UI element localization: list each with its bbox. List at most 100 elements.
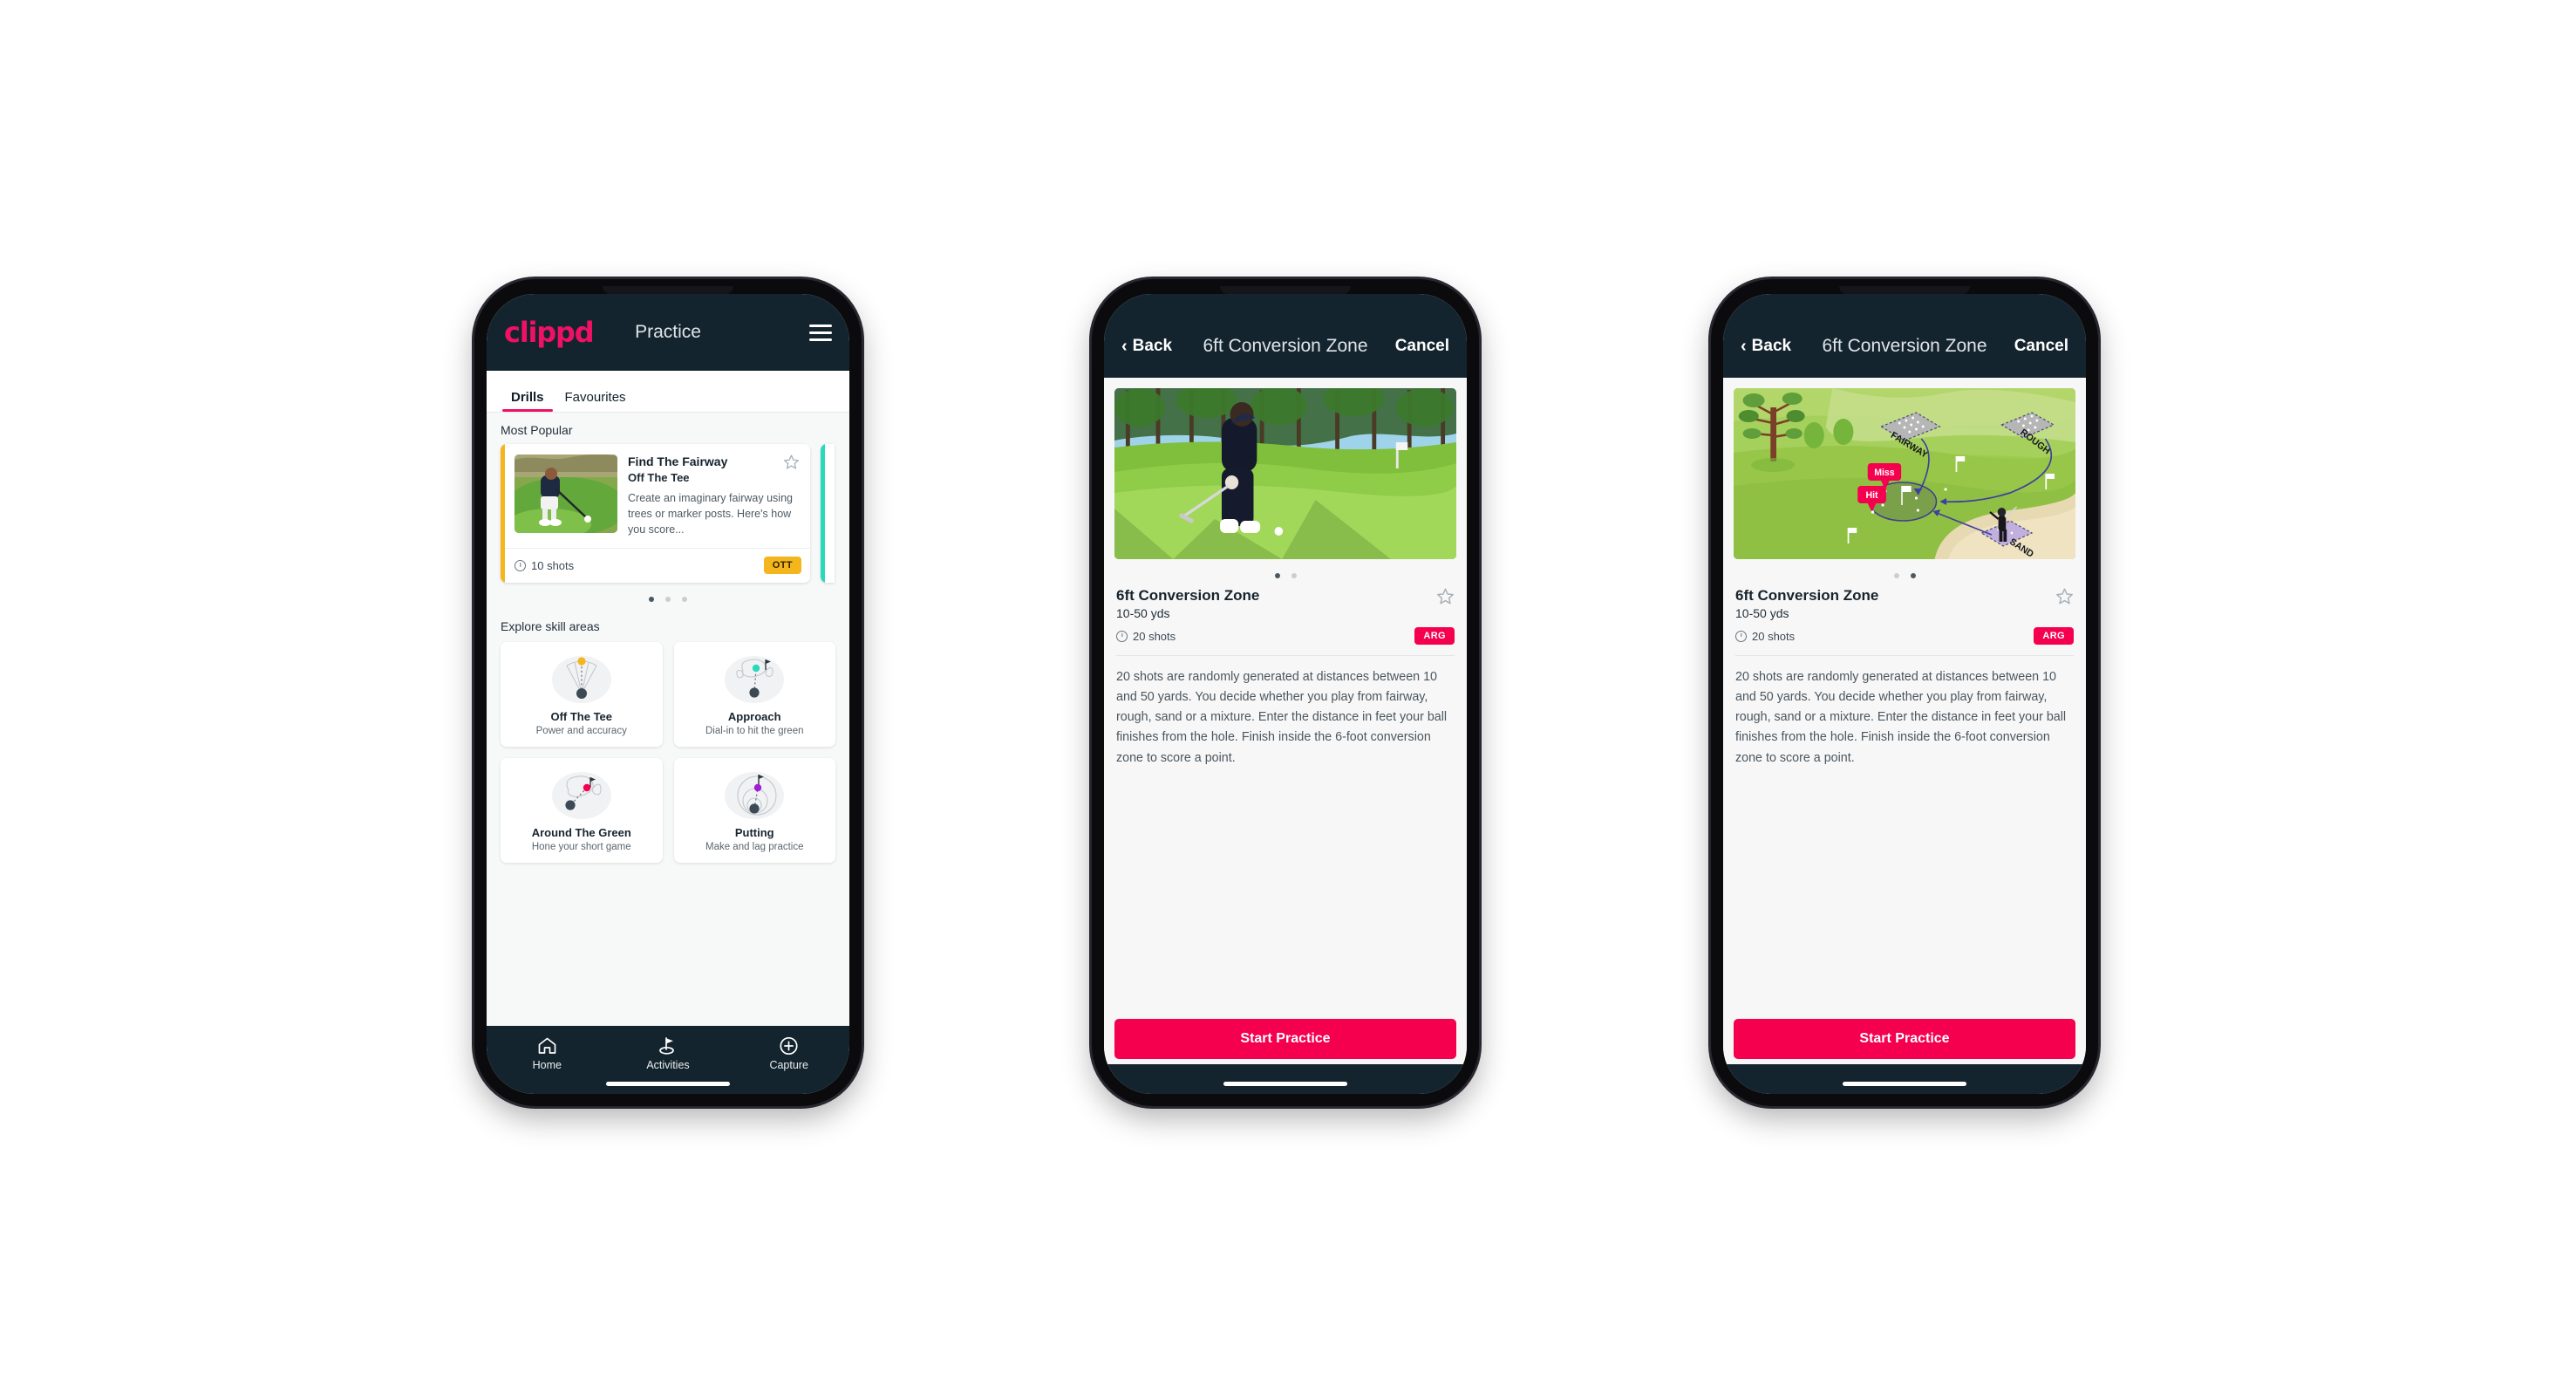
start-practice-button[interactable]: Start Practice bbox=[1114, 1019, 1456, 1059]
media-dot-2[interactable] bbox=[1910, 573, 1916, 578]
home-indicator bbox=[1223, 1082, 1347, 1086]
plus-circle-icon bbox=[728, 1035, 849, 1057]
home-icon bbox=[487, 1035, 608, 1057]
card-footer: 10 shots OTT bbox=[501, 547, 810, 583]
skill-name: Around The Green bbox=[531, 825, 631, 839]
drill-thumbnail bbox=[515, 454, 617, 533]
carousel-dot-1[interactable] bbox=[649, 596, 654, 602]
media-dot-1[interactable] bbox=[1893, 573, 1899, 578]
nav-label-home: Home bbox=[532, 1059, 562, 1071]
drill-illustration[interactable]: FAIRWAY ROUGH SAND Miss Hit bbox=[1734, 388, 2075, 559]
clock-icon bbox=[515, 559, 526, 571]
phone2-content: 6ft Conversion Zone 10-50 yds 20 shots A… bbox=[1104, 378, 1467, 1064]
card-top: Find The Fairway Off The Tee Create an i… bbox=[501, 444, 810, 548]
skill-areas-label: Explore skill areas bbox=[501, 618, 600, 633]
screenshot-canvas: clippd Practice Drills Favourites Most P… bbox=[0, 0, 2576, 1387]
back-label: Back bbox=[1132, 337, 1173, 355]
nav-label-activities: Activities bbox=[646, 1059, 690, 1071]
drill-distance: 10-50 yds bbox=[1735, 606, 1789, 620]
tab-favourites[interactable]: Favourites bbox=[555, 390, 637, 412]
home-indicator bbox=[1843, 1082, 1966, 1086]
svg-text:Miss: Miss bbox=[1874, 468, 1894, 478]
drill-meta-row: 20 shots ARG bbox=[1104, 620, 1467, 645]
drill-header-row: 6ft Conversion Zone bbox=[1723, 585, 2086, 605]
carousel-dot-2[interactable] bbox=[665, 596, 671, 602]
phone2-screen: ‹ Back 6ft Conversion Zone Cancel 6ft Co… bbox=[1104, 294, 1467, 1094]
star-outline-icon[interactable] bbox=[783, 454, 800, 470]
skill-name: Putting bbox=[734, 825, 774, 839]
phone3-footer bbox=[1723, 1064, 2086, 1094]
skill-desc: Dial-in to hit the green bbox=[705, 725, 804, 736]
nav-item-capture[interactable]: Capture bbox=[728, 1035, 849, 1071]
phone-mockup-drill-detail-diagram: ‹ Back 6ft Conversion Zone Cancel FAIRWA… bbox=[1711, 279, 2098, 1106]
phone1-appbar: clippd Practice bbox=[487, 294, 849, 371]
nav-label-capture: Capture bbox=[769, 1059, 808, 1071]
cancel-button[interactable]: Cancel bbox=[2014, 337, 2068, 356]
skill-card-approach[interactable]: Approach Dial-in to hit the green bbox=[673, 641, 835, 747]
drill-meta-row: 20 shots ARG bbox=[1723, 620, 2086, 645]
clock-icon bbox=[1735, 630, 1747, 642]
cancel-label: Cancel bbox=[2014, 337, 2068, 355]
skill-desc: Make and lag practice bbox=[705, 841, 804, 852]
tee-shot-fan-icon bbox=[506, 651, 658, 705]
bottom-navigation: Home Activities Capture bbox=[487, 1026, 849, 1094]
shot-count-label: 20 shots bbox=[1133, 629, 1176, 643]
phone1-content: Most Popular Find The Fairway Off The Te… bbox=[487, 413, 849, 1026]
card-accent-stripe-next bbox=[821, 444, 825, 583]
skill-card-off-the-tee[interactable]: Off The Tee Power and accuracy bbox=[501, 641, 663, 747]
media-dots[interactable] bbox=[1723, 559, 2086, 585]
cancel-button[interactable]: Cancel bbox=[1395, 337, 1449, 356]
carousel-dot-3[interactable] bbox=[682, 596, 687, 602]
media-dot-2[interactable] bbox=[1291, 573, 1297, 578]
media-dots[interactable] bbox=[1104, 559, 1467, 585]
drill-photo[interactable] bbox=[1114, 388, 1456, 559]
shot-count: 20 shots bbox=[1116, 630, 1176, 643]
nav-item-home[interactable]: Home bbox=[487, 1035, 608, 1071]
shot-count-label: 10 shots bbox=[531, 558, 575, 572]
phone3-screen: ‹ Back 6ft Conversion Zone Cancel FAIRWA… bbox=[1723, 294, 2086, 1094]
clock-icon bbox=[1116, 630, 1128, 642]
skill-desc: Power and accuracy bbox=[535, 725, 627, 736]
drill-subtitle: Off The Tee bbox=[628, 470, 690, 484]
most-popular-label: Most Popular bbox=[501, 423, 573, 437]
skill-name: Approach bbox=[727, 709, 781, 723]
skill-badge-arg: ARG bbox=[1414, 627, 1455, 645]
putting-rings-icon bbox=[679, 767, 831, 821]
star-outline-icon[interactable] bbox=[1436, 587, 1455, 605]
drill-distance: 10-50 yds bbox=[1116, 606, 1170, 620]
hamburger-menu-icon[interactable] bbox=[809, 324, 832, 341]
carousel-dots[interactable] bbox=[487, 583, 849, 609]
media-dot-1[interactable] bbox=[1274, 573, 1280, 578]
skill-card-putting[interactable]: Putting Make and lag practice bbox=[673, 757, 835, 863]
phone2-appbar: ‹ Back 6ft Conversion Zone Cancel bbox=[1104, 294, 1467, 378]
back-label: Back bbox=[1751, 337, 1792, 355]
chevron-left-icon: ‹ bbox=[1121, 337, 1128, 356]
drill-title: 6ft Conversion Zone bbox=[1116, 587, 1260, 604]
tab-drills[interactable]: Drills bbox=[501, 390, 555, 412]
home-indicator bbox=[606, 1082, 730, 1086]
skill-badge-ott: OTT bbox=[763, 557, 801, 575]
approach-green-icon bbox=[679, 651, 831, 705]
back-button[interactable]: ‹ Back bbox=[1121, 337, 1172, 356]
phone1-screen: clippd Practice Drills Favourites Most P… bbox=[487, 294, 849, 1094]
nav-item-activities[interactable]: Activities bbox=[608, 1035, 729, 1071]
card-accent-stripe bbox=[501, 444, 505, 583]
tab-bar: Drills Favourites bbox=[487, 371, 849, 413]
drill-description: 20 shots are randomly generated at dista… bbox=[1735, 670, 2067, 765]
phone-mockup-drill-detail-photo: ‹ Back 6ft Conversion Zone Cancel 6ft Co… bbox=[1092, 279, 1479, 1106]
skill-area-grid: Off The Tee Power and accuracy Approach … bbox=[487, 640, 849, 877]
phone2-footer bbox=[1104, 1064, 1467, 1094]
skill-badge-arg: ARG bbox=[2034, 627, 2074, 645]
skill-card-around-the-green[interactable]: Around The Green Hone your short game bbox=[501, 757, 663, 863]
drill-description: 20 shots are randomly generated at dista… bbox=[1116, 670, 1448, 765]
star-outline-icon[interactable] bbox=[2055, 587, 2074, 605]
phone3-content: FAIRWAY ROUGH SAND Miss Hit 6ft Conversi… bbox=[1723, 378, 2086, 1064]
drill-carousel[interactable]: Find The Fairway Off The Tee Create an i… bbox=[487, 444, 849, 583]
drill-title: Find The Fairway bbox=[628, 454, 728, 468]
skill-desc: Hone your short game bbox=[531, 841, 631, 852]
drill-card[interactable]: Find The Fairway Off The Tee Create an i… bbox=[501, 444, 810, 583]
back-button[interactable]: ‹ Back bbox=[1741, 337, 1791, 356]
drill-card-peek[interactable] bbox=[821, 444, 835, 583]
svg-text:Hit: Hit bbox=[1865, 490, 1877, 501]
start-practice-button[interactable]: Start Practice bbox=[1734, 1019, 2075, 1059]
